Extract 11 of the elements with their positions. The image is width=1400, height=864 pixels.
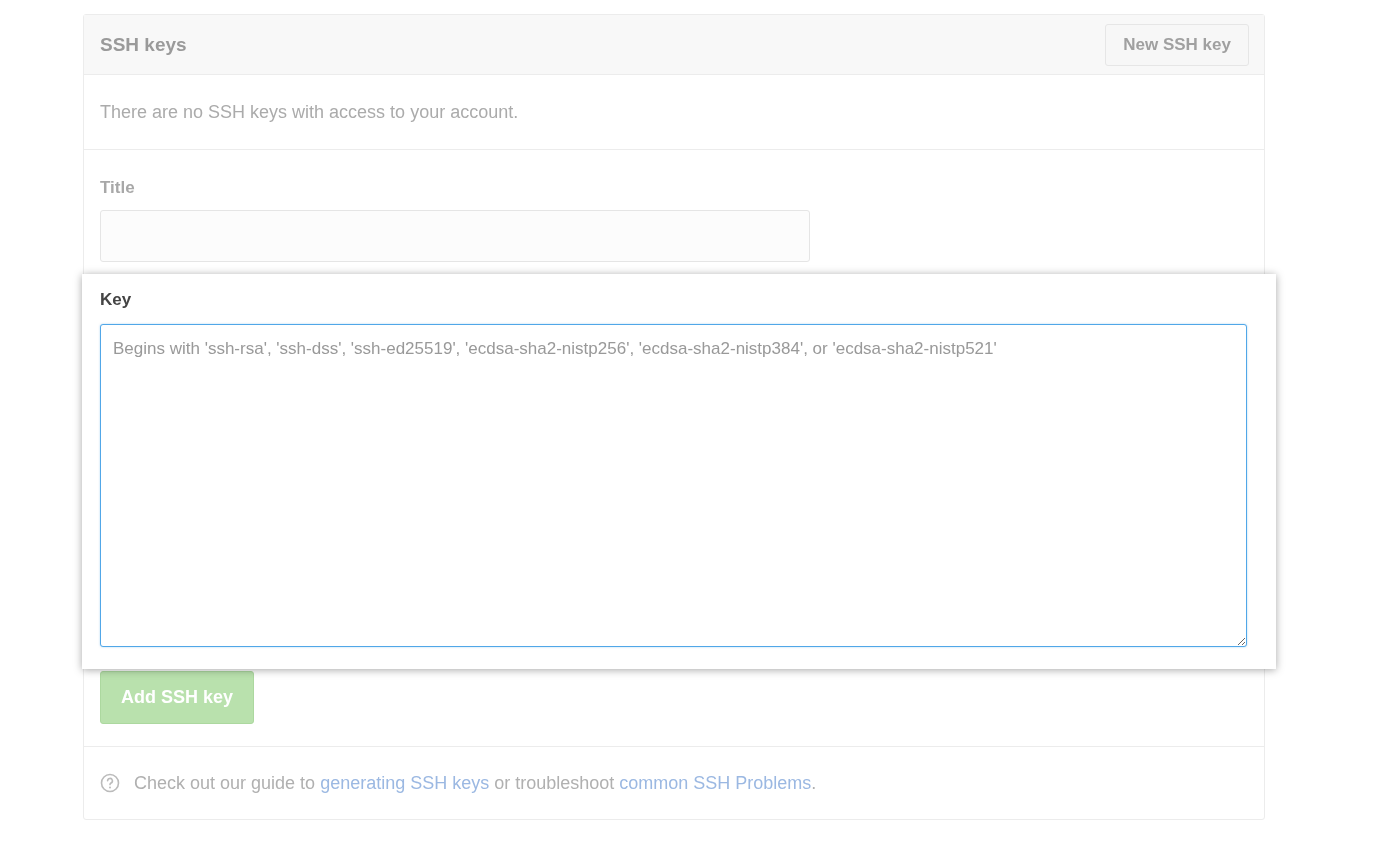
panel-title: SSH keys xyxy=(100,33,187,56)
guide-link[interactable]: common SSH Problems xyxy=(619,772,812,793)
title-label: Title xyxy=(100,178,136,198)
help-icon xyxy=(100,773,120,793)
guide-link[interactable]: generating SSH keys xyxy=(320,772,490,793)
empty-message: There are no SSH keys with access to your account. xyxy=(100,101,519,123)
title-input-field[interactable] xyxy=(100,210,810,262)
new-ssh-key-button[interactable]: New SSH key xyxy=(1105,23,1249,66)
key-label: Key xyxy=(100,290,133,310)
key-input-field[interactable]: Begins with 'ssh-rsa', 'ssh-dss', 'ssh-ed25519', 'ecdsa-sha2-nistp256', 'ecdsa-sha2-nistp384', or 'ecdsa-sha2-nistp521' xyxy=(100,324,1247,647)
help-text: Check out our guide to generating SSH keys or troubleshoot common SSH Problems. xyxy=(134,772,817,794)
